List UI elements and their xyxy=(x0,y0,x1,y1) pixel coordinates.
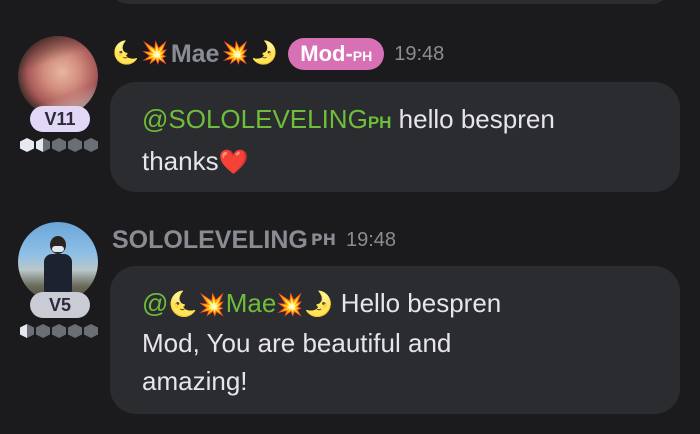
message-text: hello bespren xyxy=(391,104,555,134)
hexagon-level-icon xyxy=(20,324,34,338)
mention-name: Mae xyxy=(225,288,277,318)
moon-left-icon: 🌜 xyxy=(168,291,199,318)
hexagon-level-icon xyxy=(84,138,98,152)
hexagon-level-icon xyxy=(84,324,98,338)
heart-icon: ❤️ xyxy=(218,149,249,176)
avatar-person xyxy=(44,236,72,296)
hexagon-level-icon xyxy=(36,138,50,152)
collision-icon: 💥 xyxy=(276,292,304,317)
level-badge: V5 xyxy=(30,292,90,318)
message-text: amazing! xyxy=(142,366,248,396)
message-header: 🌜 💥 Mae 💥 🌛 Mod-PH 19:48 xyxy=(112,36,444,72)
role-badge: Mod-PH xyxy=(288,38,385,70)
mention-suffix: PH xyxy=(367,113,392,132)
timestamp: 19:48 xyxy=(394,42,445,65)
moon-right-icon: 🌛 xyxy=(250,41,279,66)
username-display[interactable]: 🌜 💥 Mae 💥 🌛 xyxy=(112,40,278,69)
hexagon-level-icon xyxy=(36,324,50,338)
message-bubble: @🌜💥Mae💥🌛 Hello bespren Mod, You are beau… xyxy=(110,266,680,414)
hexagon-level-icon xyxy=(52,324,66,338)
level-progress xyxy=(18,324,102,338)
collision-icon: 💥 xyxy=(198,292,226,317)
mention[interactable]: @🌜💥Mae💥🌛 xyxy=(142,288,334,318)
username-suffix: PH xyxy=(310,229,336,249)
message-text: Mod, You are beautiful and xyxy=(142,328,452,358)
timestamp: 19:48 xyxy=(345,228,397,251)
face-mask xyxy=(52,246,64,252)
username: Mae xyxy=(170,39,220,68)
collision-icon: 💥 xyxy=(141,41,169,66)
message-text: Hello bespren xyxy=(333,288,502,318)
previous-message-bubble xyxy=(110,0,670,4)
message-header: SOLOLEVELING PH 19:48 xyxy=(112,222,396,258)
mention[interactable]: @SOLOLEVELINGPH xyxy=(142,104,391,134)
avatar-column: V11 xyxy=(18,36,102,152)
role-badge-label: Mod- xyxy=(300,41,353,66)
level-badge: V11 xyxy=(30,106,90,132)
level-progress xyxy=(18,138,102,152)
hexagon-level-icon xyxy=(68,138,82,152)
username: SOLOLEVELING xyxy=(112,225,308,254)
hexagon-level-icon xyxy=(68,324,82,338)
avatar-body xyxy=(44,254,72,294)
hexagon-level-icon xyxy=(52,138,66,152)
mention-at: @ xyxy=(142,288,169,318)
avatar[interactable] xyxy=(18,36,98,116)
moon-left-icon: 🌜 xyxy=(112,41,140,66)
message-text: thanks xyxy=(142,146,219,176)
message-bubble: @SOLOLEVELINGPH hello bespren thanks❤️ xyxy=(110,82,680,192)
avatar[interactable] xyxy=(18,222,98,302)
moon-right-icon: 🌛 xyxy=(303,291,334,318)
role-badge-suffix: PH xyxy=(352,48,373,64)
hexagon-level-icon xyxy=(20,138,34,152)
chat-view: V11 🌜 💥 Mae 💥 🌛 Mod-PH 19:48 @SOLOLEVELI… xyxy=(0,0,700,434)
username-display[interactable]: SOLOLEVELING PH xyxy=(112,226,336,255)
mention-name: @SOLOLEVELING xyxy=(142,104,368,134)
avatar-column: V5 xyxy=(18,222,102,338)
collision-icon: 💥 xyxy=(221,41,249,66)
